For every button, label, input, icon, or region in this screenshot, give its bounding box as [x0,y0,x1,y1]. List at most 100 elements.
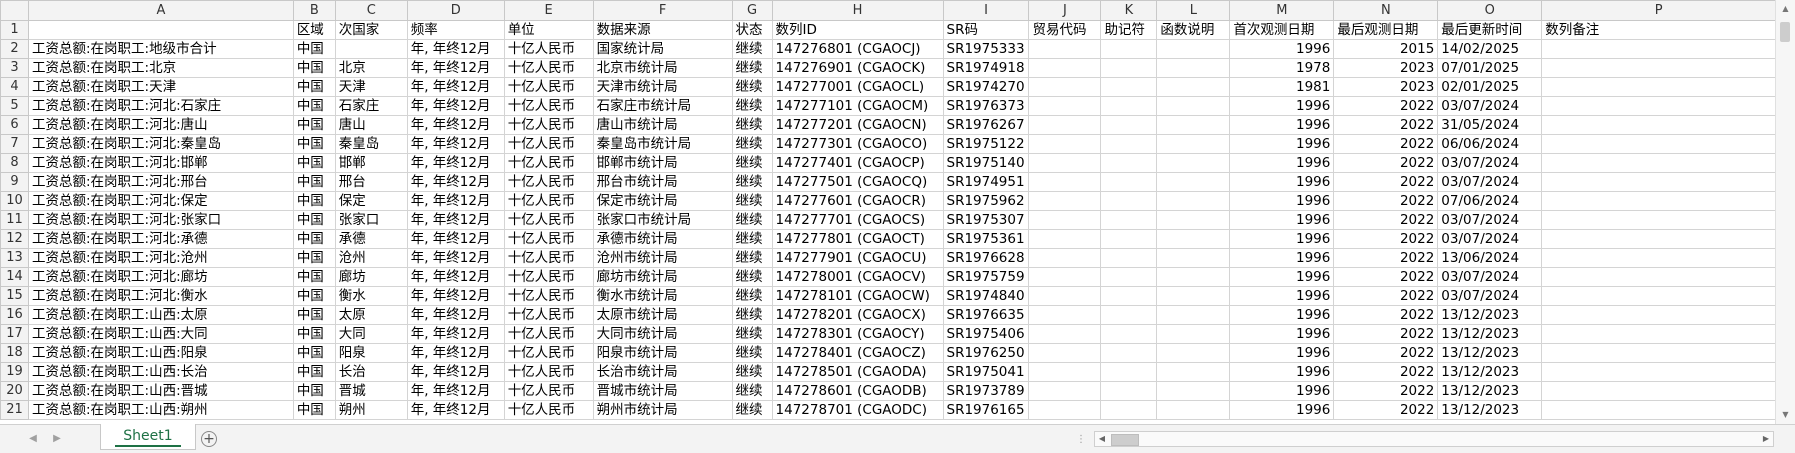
cell[interactable]: 2022 [1333,400,1439,420]
cell[interactable]: 中国 [292,172,336,192]
cell[interactable]: 147277101 (CGAOCM) [771,96,944,116]
cell[interactable]: 07/06/2024 [1437,191,1543,211]
cell[interactable]: 年, 年终12月 [406,229,505,249]
cell[interactable]: 147277301 (CGAOCO) [771,134,944,154]
column-header-h[interactable]: H [771,0,944,21]
cell[interactable]: 继续 [731,400,773,420]
cell[interactable]: 状态 [731,20,773,40]
cell[interactable]: 1996 [1229,134,1335,154]
cell[interactable]: 14/02/2025 [1437,39,1543,59]
cell[interactable] [1156,229,1231,249]
cell[interactable] [1100,267,1158,287]
cell[interactable]: 工资总额:在岗职工:天津 [27,77,294,97]
scroll-right-icon[interactable]: ▶ [1759,432,1773,446]
cell[interactable]: 2022 [1333,362,1439,382]
cell[interactable] [1028,58,1102,78]
cell[interactable]: 1996 [1229,381,1335,401]
cell[interactable]: 单位 [503,20,594,40]
cell[interactable]: 工资总额:在岗职工:河北:邢台 [27,172,294,192]
cell[interactable] [1100,115,1158,135]
column-header-g[interactable]: G [731,0,773,21]
cell[interactable]: 03/07/2024 [1437,229,1543,249]
cell[interactable] [1156,400,1231,420]
cell[interactable]: 太原 [334,305,408,325]
cell[interactable] [1028,115,1102,135]
cell[interactable] [1541,381,1776,401]
cell[interactable]: 工资总额:在岗职工:河北:衡水 [27,286,294,306]
cell[interactable]: 1996 [1229,248,1335,268]
cell[interactable] [1156,248,1231,268]
row-header[interactable]: 18 [0,343,29,363]
cell[interactable]: 继续 [731,324,773,344]
cell[interactable] [1156,210,1231,230]
cell[interactable]: SR1976628 [942,248,1030,268]
cell[interactable]: 继续 [731,96,773,116]
cell[interactable] [1028,305,1102,325]
cell[interactable]: 晋城 [334,381,408,401]
cell[interactable]: 2022 [1333,381,1439,401]
cell[interactable]: 03/07/2024 [1437,210,1543,230]
cell[interactable]: 1996 [1229,172,1335,192]
cell[interactable]: 继续 [731,248,773,268]
cell[interactable]: 13/12/2023 [1437,324,1543,344]
cell[interactable]: 唐山市统计局 [592,115,733,135]
cell[interactable]: 十亿人民币 [503,96,594,116]
cell[interactable]: 31/05/2024 [1437,115,1543,135]
cell[interactable] [1100,191,1158,211]
cell[interactable]: 工资总额:在岗职工:河北:秦皇岛 [27,134,294,154]
cell[interactable] [1028,96,1102,116]
cell[interactable]: 03/07/2024 [1437,153,1543,173]
cell[interactable] [1541,77,1776,97]
cell[interactable]: 继续 [731,134,773,154]
cell[interactable]: 147276801 (CGAOCJ) [771,39,944,59]
cell[interactable]: 06/06/2024 [1437,134,1543,154]
cell[interactable] [1100,305,1158,325]
cell[interactable]: 朔州市统计局 [592,400,733,420]
cell[interactable] [1156,58,1231,78]
cell[interactable]: 邢台市统计局 [592,172,733,192]
cell[interactable]: 1996 [1229,115,1335,135]
cell[interactable]: 首次观测日期 [1229,20,1335,40]
cell[interactable] [1028,191,1102,211]
cell[interactable]: 继续 [731,210,773,230]
cell[interactable]: 中国 [292,324,336,344]
cell[interactable]: 工资总额:在岗职工:山西:阳泉 [27,343,294,363]
cell[interactable] [1028,134,1102,154]
row-header[interactable]: 17 [0,324,29,344]
cell[interactable]: 秦皇岛市统计局 [592,134,733,154]
cell[interactable]: 工资总额:在岗职工:山西:长治 [27,362,294,382]
cell[interactable] [1156,134,1231,154]
cell[interactable] [1541,248,1776,268]
cell[interactable]: 中国 [292,400,336,420]
cell[interactable] [1100,39,1158,59]
cell[interactable]: 十亿人民币 [503,381,594,401]
cell[interactable]: 最后观测日期 [1333,20,1439,40]
cell[interactable]: 沧州 [334,248,408,268]
cell[interactable]: 十亿人民币 [503,39,594,59]
cell[interactable]: 工资总额:在岗职工:山西:朔州 [27,400,294,420]
scroll-up-icon[interactable]: ▲ [1776,0,1795,18]
cell[interactable]: 工资总额:在岗职工:山西:太原 [27,305,294,325]
cell[interactable]: 长治市统计局 [592,362,733,382]
cell[interactable]: 2022 [1333,191,1439,211]
cell[interactable]: 147277401 (CGAOCP) [771,153,944,173]
cell[interactable]: 继续 [731,305,773,325]
cell[interactable]: 十亿人民币 [503,134,594,154]
cell[interactable]: 147278501 (CGAODA) [771,362,944,382]
cell[interactable]: 继续 [731,39,773,59]
cell[interactable]: 147278201 (CGAOCX) [771,305,944,325]
cell[interactable]: 廊坊 [334,267,408,287]
cell[interactable] [1541,191,1776,211]
cell[interactable] [27,20,294,40]
cell[interactable] [1100,77,1158,97]
cell[interactable] [1541,362,1776,382]
cell[interactable]: 147277801 (CGAOCT) [771,229,944,249]
cell[interactable]: 中国 [292,191,336,211]
cell[interactable] [1028,229,1102,249]
cell[interactable] [1156,39,1231,59]
cell[interactable]: 十亿人民币 [503,248,594,268]
cell[interactable] [1100,343,1158,363]
column-header-d[interactable]: D [406,0,505,21]
cell[interactable]: 张家口 [334,210,408,230]
cell[interactable]: 年, 年终12月 [406,400,505,420]
